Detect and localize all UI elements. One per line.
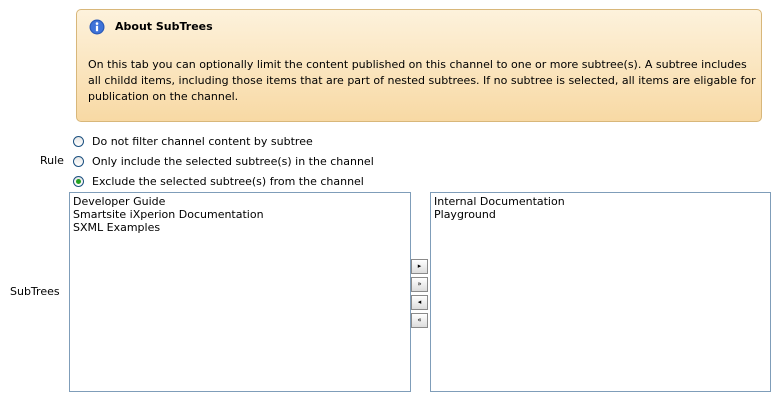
rule-label: Rule [40, 154, 64, 167]
radio-label[interactable]: Do not filter channel content by subtree [92, 135, 313, 148]
info-box: About SubTrees On this tab you can optio… [76, 9, 762, 122]
radio-button[interactable] [73, 155, 84, 167]
radio-button-checked[interactable] [73, 175, 84, 187]
radio-label[interactable]: Only include the selected subtree(s) in … [92, 155, 374, 168]
list-item[interactable]: SXML Examples [73, 221, 407, 234]
info-text: On this tab you can optionally limit the… [88, 58, 756, 103]
subtrees-label: SubTrees [10, 285, 60, 298]
radio-label[interactable]: Exclude the selected subtree(s) from the… [92, 175, 364, 188]
radio-include[interactable]: Only include the selected subtree(s) in … [73, 153, 374, 169]
list-item[interactable]: Playground [434, 208, 767, 221]
info-title: About SubTrees [115, 20, 213, 33]
list-item[interactable]: Internal Documentation [434, 195, 767, 208]
list-item[interactable]: Developer Guide [73, 195, 407, 208]
remove-button[interactable]: ◂ [411, 295, 428, 310]
radio-button[interactable] [73, 135, 84, 147]
available-subtrees-list[interactable]: Developer Guide Smartsite iXperion Docum… [69, 192, 411, 392]
radio-no-filter[interactable]: Do not filter channel content by subtree [73, 133, 313, 149]
add-all-button[interactable]: » [411, 277, 428, 292]
remove-all-button[interactable]: « [411, 313, 428, 328]
radio-exclude[interactable]: Exclude the selected subtree(s) from the… [73, 173, 364, 189]
selected-subtrees-list[interactable]: Internal Documentation Playground [430, 192, 771, 392]
add-button[interactable]: ▸ [411, 259, 428, 274]
list-item[interactable]: Smartsite iXperion Documentation [73, 208, 407, 221]
info-icon [89, 19, 105, 35]
